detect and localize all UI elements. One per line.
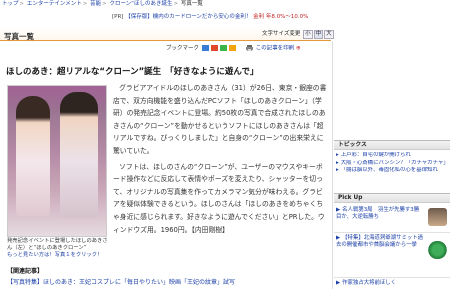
pickup-thumbnail[interactable] — [428, 208, 447, 226]
breadcrumb-article[interactable]: クローン“ほしのあき誕生 — [109, 1, 172, 7]
print-label[interactable]: この記事を印刷 — [256, 46, 295, 52]
print-link[interactable]: この記事を印刷 ⊕ — [245, 45, 301, 53]
text-size-large[interactable]: 大 — [324, 30, 334, 39]
topic-item[interactable]: ▸ 上戸彩：自宅の鍵が開けられ — [334, 152, 450, 160]
pickup-thumbnail[interactable] — [428, 241, 447, 259]
photo-figure-left — [16, 96, 50, 216]
pickup-bullet-icon: ▶ — [336, 235, 341, 241]
bookmark-icon-1[interactable] — [201, 45, 209, 51]
breadcrumb: トップ> エンターテインメント> 芸能> クローン“ほしのあき誕生> 写真一覧 — [2, 1, 203, 7]
article-photo[interactable] — [7, 85, 107, 237]
pickup-divider — [334, 232, 450, 233]
article-paragraph-2: ソフトは、ほしのさんの“クローン”が、ユーザーのマウスやキーボード操作などに反応… — [113, 162, 325, 234]
bookmark-label: ブックマーク — [166, 45, 200, 52]
photo-more-link[interactable]: もっと見たい方は！写真１をクリック！ — [7, 252, 102, 258]
print-accent: ⊕ — [296, 45, 301, 52]
text-size-medium[interactable]: 中 — [313, 30, 324, 39]
text-size-control: 文字サイズ変更 小中大 — [262, 30, 334, 39]
breadcrumb-current: 写真一覧 — [180, 1, 203, 7]
topic-item[interactable]: ▸ 大阪・心斎橋にバンシン？「ガチャガチャ」 — [334, 160, 450, 168]
bookmark-icon-3[interactable] — [219, 45, 227, 51]
related-heading: 【関連記事】 — [7, 268, 44, 275]
pr-tag: [PR] — [112, 14, 124, 20]
breadcrumb-entertainment[interactable]: エンターテインメント — [27, 1, 82, 7]
pickup-list: ▶ 名人戦第3局 羽生が先勝す3勝目か、大逆転勝ち ▶ 【特集】北海道洞爺湖サミット… — [334, 205, 450, 289]
topics-heading: トピックス — [334, 140, 450, 150]
bookmark-icon-2[interactable] — [210, 45, 218, 51]
related-link[interactable]: 【写真特集】ほしのあき：王妃コスプレに「毎日やりたい」映画「王妃の紋章」試写 — [7, 277, 235, 286]
topic-bullet-icon: ▸ — [336, 159, 339, 166]
pr-rate: 金利 年8.0%〜10.0% — [253, 14, 309, 20]
topic-bullet-icon: ▸ — [336, 152, 339, 158]
article-headline: ほしのあき：超リアルな“クローン”誕生 「好きなように遊んで」 — [6, 67, 259, 77]
section-title: 写真一覧 — [4, 32, 34, 41]
topic-bullet-icon: ▸ — [336, 167, 339, 174]
bookmark-icon-4[interactable] — [228, 45, 236, 51]
topic-item[interactable]: ▸ 「腸は脳以外、毒固化私の心を基律知れ — [334, 167, 450, 175]
topics-list: ▸ 上戸彩：自宅の鍵が開けられ ▸ 大阪・心斎橋にバンシン？「ガチャガチャ」 ▸ 「腸… — [334, 152, 450, 175]
pr-banner[interactable]: [PR] 【保存版】機内のカードローンだから安心の金利！ 金利 年8.0%〜10… — [112, 14, 308, 21]
breadcrumb-home[interactable]: トップ — [2, 1, 19, 7]
pickup-bullet-icon: ▶ — [336, 280, 341, 286]
photo-caption: 発売記念イベントに登場したほしのあきさん（左）と“ほしのあきクローン” もっと見… — [7, 238, 112, 259]
breadcrumb-geino[interactable]: 芸能 — [90, 1, 101, 7]
pr-text[interactable]: 【保存版】機内のカードローンだから安心の金利！ — [125, 14, 251, 20]
text-size-label: 文字サイズ変更 — [262, 31, 301, 37]
pickup-heading: Pick Up — [334, 193, 450, 203]
article-body: グラビアアイドルのほしのあきさん（31）が26日、東京・銀座の書店で、双方向機能… — [113, 82, 328, 239]
sidebar-divider — [332, 41, 333, 289]
photo-figure-right — [60, 92, 98, 218]
article-paragraph-1: グラビアアイドルのほしのあきさん（31）が26日、東京・銀座の書店で、双方向機能… — [113, 84, 327, 155]
pickup-divider — [334, 277, 450, 278]
pickup-bullet-icon: ▶ — [336, 207, 341, 213]
photo-caption-text: 発売記念イベントに登場したほしのあきさん（左）と“ほしのあきクローン” — [7, 238, 108, 251]
print-icon — [246, 45, 253, 51]
bookmark-toolbar: ブックマーク — [166, 45, 237, 53]
text-size-small[interactable]: 小 — [303, 30, 313, 39]
